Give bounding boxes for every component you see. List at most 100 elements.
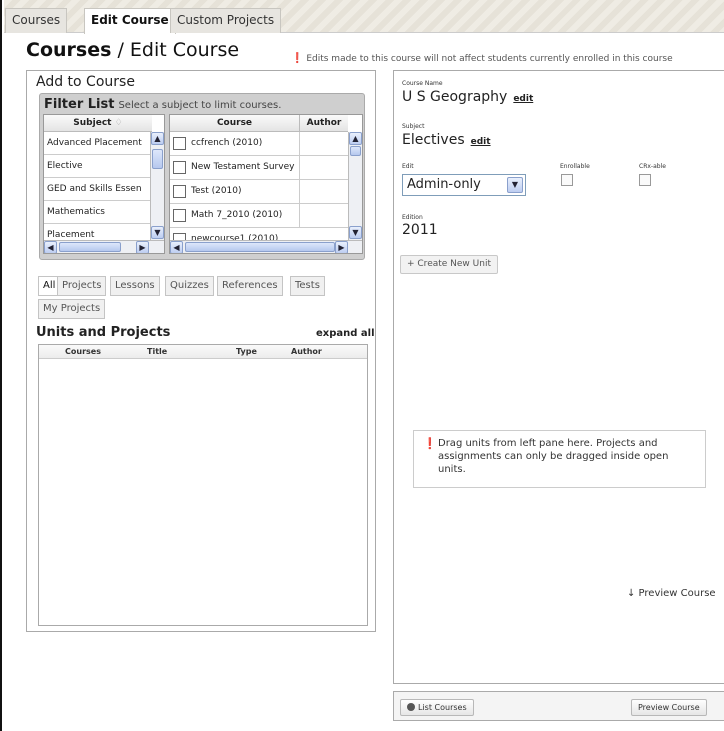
course-author: [299, 204, 348, 227]
filter-hint: Select a subject to limit courses.: [118, 100, 282, 111]
course-checkbox[interactable]: [173, 209, 186, 222]
course-checkbox[interactable]: [173, 161, 186, 174]
course-name-label: Course Name: [402, 80, 443, 87]
crx-able-label: CRx-able: [639, 163, 666, 170]
tab-projects[interactable]: Projects: [57, 276, 107, 296]
title-courses: Courses: [26, 39, 112, 61]
edition-label: Edition: [402, 214, 423, 221]
edit-notice: ❗ Edits made to this course will not aff…: [291, 53, 673, 64]
preview-course-link[interactable]: ↓ Preview Course: [627, 588, 716, 599]
tab-my-projects[interactable]: My Projects: [38, 299, 106, 319]
subject-field: Electives edit: [402, 132, 491, 148]
tab-references[interactable]: References: [217, 276, 283, 296]
course-row[interactable]: newcourse1 (2010): [170, 228, 348, 240]
scroll-down-icon[interactable]: ▼: [151, 226, 164, 239]
tab-courses[interactable]: Courses: [5, 8, 68, 33]
units-table: Courses Title Type Author: [38, 344, 368, 626]
expand-all-link[interactable]: expand all: [316, 328, 375, 339]
units-col-title[interactable]: Title: [147, 345, 167, 359]
course-details-panel: Course Name U S Geography edit Subject El…: [393, 70, 724, 684]
course-author: [299, 156, 348, 179]
edit-permission-value: Admin-only: [407, 177, 481, 192]
scroll-left-icon[interactable]: ◀: [170, 241, 183, 253]
course-vertical-scrollbar[interactable]: ▲ ▼: [348, 132, 362, 241]
tab-custom-projects[interactable]: Custom Projects: [170, 8, 282, 33]
subject-column-header[interactable]: Subject ♢: [44, 115, 152, 132]
scroll-thumb[interactable]: [59, 242, 121, 252]
scroll-up-icon[interactable]: ▲: [151, 132, 164, 145]
edit-notice-text: Edits made to this course will not affec…: [306, 54, 673, 64]
edition-value: 2011: [402, 222, 438, 238]
edit-course-name-link[interactable]: edit: [513, 94, 533, 104]
course-author: [299, 180, 348, 203]
course-table: Course Author ccfrench (2010) New Testam…: [169, 114, 363, 254]
author-column-header[interactable]: Author: [299, 115, 348, 132]
course-horizontal-scrollbar[interactable]: ◀ ▶: [170, 240, 362, 253]
course-name-value: U S Geography: [402, 89, 508, 105]
course-row[interactable]: ccfrench (2010): [170, 132, 348, 156]
course-row[interactable]: Math 7_2010 (2010): [170, 204, 348, 228]
subject-row[interactable]: Advanced Placement: [44, 132, 152, 155]
course-row[interactable]: Test (2010): [170, 180, 348, 204]
list-courses-button[interactable]: List Courses: [400, 699, 474, 716]
course-checkbox[interactable]: [173, 233, 186, 240]
enrollable-checkbox[interactable]: [561, 174, 573, 186]
subject-row[interactable]: Elective: [44, 155, 152, 178]
sort-icon: ♢: [114, 118, 123, 128]
scroll-right-icon[interactable]: ▶: [335, 241, 348, 253]
course-checkbox[interactable]: [173, 137, 186, 150]
info-icon: ❗: [423, 437, 437, 450]
units-col-type[interactable]: Type: [236, 345, 257, 359]
add-to-course-panel: Add to Course Filter List Select a subjec…: [26, 70, 376, 632]
scroll-thumb[interactable]: [185, 242, 335, 252]
edit-permission-label: Edit: [402, 163, 414, 170]
subject-horizontal-scrollbar[interactable]: ◀ ▶: [44, 240, 164, 253]
scroll-up-icon[interactable]: ▲: [349, 132, 362, 145]
subject-row[interactable]: Mathematics: [44, 201, 152, 224]
filter-list-box: Filter List Select a subject to limit cou…: [39, 93, 365, 260]
tab-edit-course[interactable]: Edit Course: [84, 8, 176, 34]
scroll-right-icon[interactable]: ▶: [136, 241, 149, 253]
edit-subject-link[interactable]: edit: [471, 137, 491, 147]
list-courses-label: List Courses: [418, 703, 467, 712]
subject-table: Subject ♢ Advanced Placement Elective GE…: [43, 114, 165, 254]
drop-zone-info: ❗ Drag units from left pane here. Projec…: [413, 430, 706, 488]
drop-zone-text: Drag units from left pane here. Projects…: [438, 438, 669, 475]
units-col-courses[interactable]: Courses: [65, 345, 101, 359]
subject-row[interactable]: GED and Skills Essen: [44, 178, 152, 201]
course-name: New Testament Survey: [191, 162, 295, 172]
scroll-left-icon[interactable]: ◀: [44, 241, 57, 253]
scroll-thumb[interactable]: [152, 149, 163, 169]
subject-value: Electives: [402, 132, 465, 148]
course-name: Test (2010): [191, 186, 242, 196]
preview-course-button[interactable]: Preview Course: [631, 699, 707, 716]
course-name-field: U S Geography edit: [402, 89, 533, 105]
enrollable-label: Enrollable: [560, 163, 590, 170]
subject-vertical-scrollbar[interactable]: ▲ ▼: [150, 132, 164, 241]
title-separator: /: [111, 39, 130, 61]
list-icon: [407, 703, 415, 711]
course-row[interactable]: New Testament Survey: [170, 156, 348, 180]
top-tab-bar: Courses Edit Course Custom Projects: [4, 0, 724, 34]
edit-permission-select[interactable]: Admin-only ▼: [402, 174, 526, 196]
app-frame: Courses Edit Course Custom Projects Cour…: [0, 0, 724, 731]
chevron-down-icon[interactable]: ▼: [507, 177, 523, 193]
units-col-author[interactable]: Author: [291, 345, 322, 359]
scroll-down-icon[interactable]: ▼: [349, 226, 362, 239]
info-icon: ❗: [291, 53, 304, 64]
create-new-unit-button[interactable]: + Create New Unit: [400, 255, 498, 274]
course-checkbox[interactable]: [173, 185, 186, 198]
course-author: [299, 132, 348, 155]
page-title: Courses / Edit Course: [26, 39, 239, 61]
title-edit-course: Edit Course: [129, 39, 240, 61]
bottom-action-bar: List Courses Preview Course: [393, 691, 724, 721]
tab-tests[interactable]: Tests: [290, 276, 325, 296]
course-column-header[interactable]: Course: [170, 115, 299, 132]
scroll-thumb[interactable]: [350, 146, 361, 156]
filter-list-title: Filter List: [44, 97, 115, 112]
subject-label: Subject: [402, 123, 425, 130]
tab-lessons[interactable]: Lessons: [110, 276, 160, 296]
crx-able-checkbox[interactable]: [639, 174, 651, 186]
tab-quizzes[interactable]: Quizzes: [165, 276, 214, 296]
subject-header-label: Subject: [73, 118, 112, 128]
